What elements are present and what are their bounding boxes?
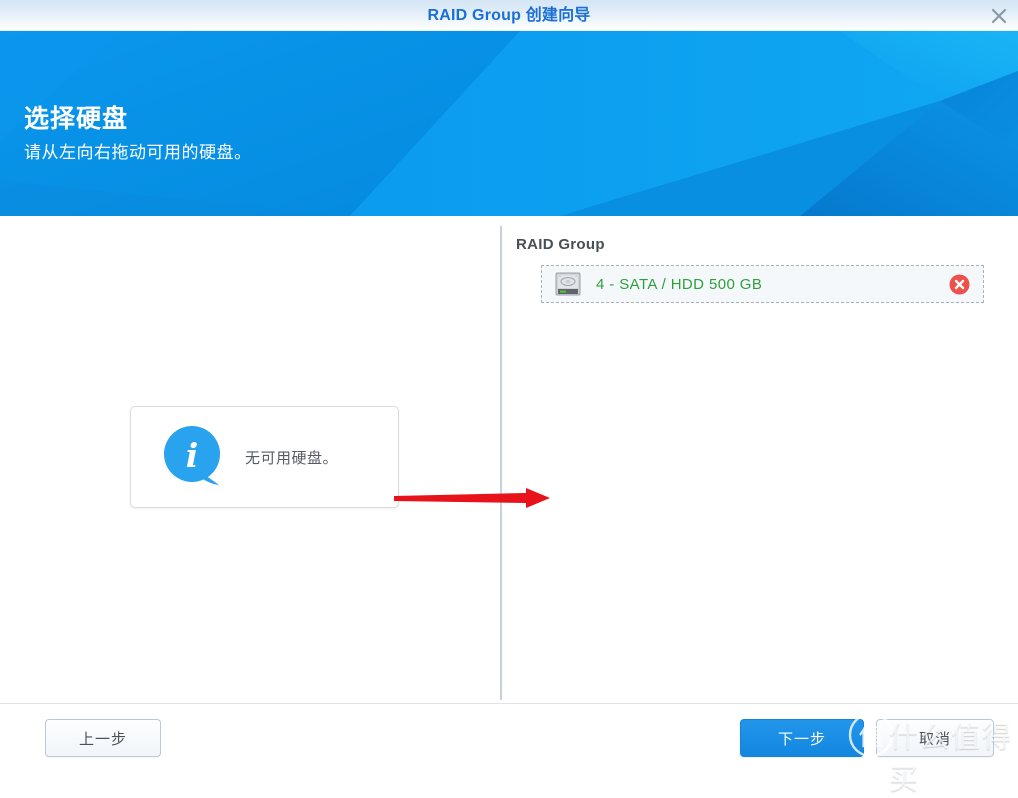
window-title: RAID Group 创建向导 bbox=[427, 7, 591, 24]
banner-subtitle: 请从左向右拖动可用的硬盘。 bbox=[24, 143, 252, 162]
svg-text:i: i bbox=[186, 436, 199, 475]
info-bubble-icon: i bbox=[159, 424, 231, 490]
disk-label: 4 - SATA / HDD 500 GB bbox=[596, 275, 763, 293]
cancel-button[interactable]: 取消 bbox=[876, 719, 994, 757]
remove-circle-icon[interactable] bbox=[949, 274, 970, 295]
previous-button[interactable]: 上一步 bbox=[45, 719, 161, 757]
banner-polygon-art bbox=[0, 31, 1018, 216]
raid-group-label: RAID Group bbox=[516, 236, 605, 253]
wizard-content: i 无可用硬盘。 RAID Group 4 - SATA / HDD 500 G… bbox=[0, 216, 1018, 703]
available-disks-pane: i 无可用硬盘。 bbox=[0, 216, 500, 703]
next-button[interactable]: 下一步 bbox=[740, 719, 864, 757]
hard-disk-icon bbox=[555, 272, 581, 296]
window-titlebar: RAID Group 创建向导 bbox=[0, 0, 1018, 31]
banner-title: 选择硬盘 bbox=[24, 105, 129, 133]
raid-group-pane: RAID Group 4 - SATA / HDD 500 GB bbox=[500, 216, 1018, 703]
no-disk-info-box: i 无可用硬盘。 bbox=[130, 406, 399, 508]
raid-disk-slot[interactable]: 4 - SATA / HDD 500 GB bbox=[541, 265, 984, 303]
wizard-footer: 上一步 下一步 取消 bbox=[0, 703, 1018, 764]
close-icon[interactable] bbox=[986, 3, 1012, 29]
wizard-banner: 选择硬盘 请从左向右拖动可用的硬盘。 bbox=[0, 31, 1018, 216]
no-disk-message: 无可用硬盘。 bbox=[245, 449, 339, 467]
